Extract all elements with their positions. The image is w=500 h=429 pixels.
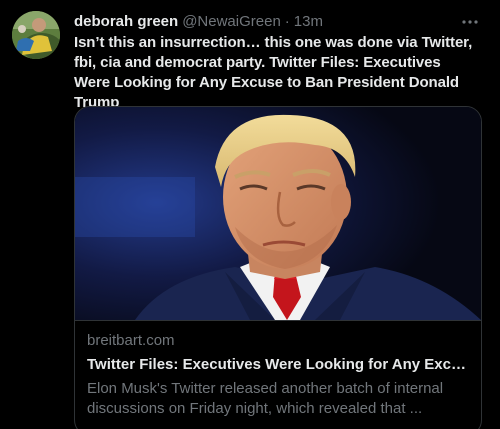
- display-name[interactable]: deborah green: [74, 12, 178, 32]
- user-avatar-photo-icon: [12, 11, 60, 59]
- tweet-header: deborah green @NewaiGreen · 13m: [74, 12, 460, 32]
- tweet-text: Isn’t this an insurrection… this one was…: [74, 34, 473, 111]
- card-domain: breitbart.com: [87, 332, 175, 349]
- user-handle[interactable]: @NewaiGreen: [182, 12, 281, 32]
- card-title[interactable]: Twitter Files: Executives Were Looking f…: [87, 355, 469, 375]
- link-card[interactable]: breitbart.com Twitter Files: Executives …: [74, 106, 482, 429]
- more-horizontal-icon: [462, 20, 478, 24]
- separator-dot: ·: [284, 13, 290, 30]
- timestamp[interactable]: 13m: [294, 12, 323, 32]
- avatar[interactable]: [12, 11, 60, 59]
- tweet[interactable]: deborah green @NewaiGreen · 13m Isn’t th…: [0, 0, 500, 429]
- card-image[interactable]: [75, 107, 481, 321]
- card-body: breitbart.com Twitter Files: Executives …: [75, 321, 481, 419]
- article-photo-man-portrait-icon: [75, 107, 481, 320]
- card-description: Elon Musk's Twitter released another bat…: [87, 380, 444, 417]
- more-options-button[interactable]: [460, 12, 480, 32]
